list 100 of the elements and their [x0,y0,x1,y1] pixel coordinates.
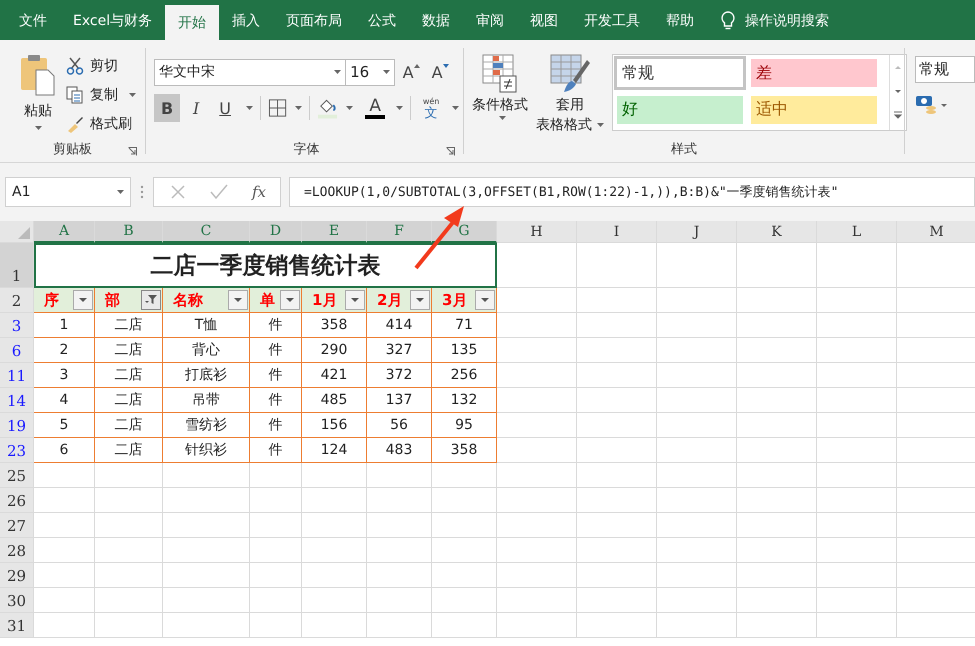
column-header[interactable]: J [657,221,737,243]
bold-button[interactable]: B [154,94,180,122]
filter-button[interactable] [228,290,248,310]
borders-icon[interactable] [268,98,288,118]
number-format-dropdown[interactable]: 常规 [915,56,975,83]
filter-button[interactable] [73,290,93,310]
row-header[interactable]: 30 [0,588,34,613]
checkmark-icon[interactable] [210,184,228,200]
copy-button[interactable]: 复制 [66,83,136,106]
formula-field[interactable]: =LOOKUP(1,0/SUBTOTAL(3,OFFSET(B1,ROW(1:22)-1,)),B:B)&"一季度销售统计表" [289,177,975,207]
increase-font-size-button[interactable]: A [398,58,424,86]
caret-icon[interactable] [396,106,404,110]
ribbon-tab[interactable]: 页面布局 [273,5,356,37]
phonetic-button[interactable]: wén 文 [418,94,444,122]
table-cell: 290 [302,338,367,363]
column-header[interactable]: F [367,221,432,243]
row-header[interactable]: 25 [0,463,34,488]
ribbon-tab[interactable]: 公式 [355,5,410,37]
italic-button[interactable]: I [183,94,210,122]
ribbon-tab[interactable]: 开始 [165,5,220,40]
filter-button[interactable] [475,290,495,310]
row-header[interactable]: 14 [0,388,34,413]
row-header[interactable]: 19 [0,413,34,438]
font-size-dropdown[interactable]: 16 [345,58,396,86]
row-header[interactable]: 26 [0,488,34,513]
dialog-launcher-icon[interactable] [446,147,456,156]
row-header[interactable]: 28 [0,538,34,563]
row-header[interactable]: 1 [0,243,34,288]
dialog-launcher-icon[interactable] [128,147,138,156]
empty-cell [302,588,367,613]
empty-cell [95,588,163,613]
underline-button[interactable]: U [212,94,238,122]
column-header[interactable]: H [497,221,577,243]
column-header[interactable]: M [897,221,975,243]
caret-icon[interactable] [246,106,254,110]
table-cell: 358 [302,313,367,338]
caret-icon[interactable] [452,106,460,110]
cell-style-item[interactable]: 适中 [751,96,878,124]
caret-icon [334,70,342,74]
filter-button[interactable] [280,290,300,310]
ribbon-tab[interactable]: 审阅 [463,5,518,37]
ribbon-tab[interactable]: 文件 [6,5,60,37]
caret-icon[interactable] [346,106,354,110]
row-header[interactable]: 27 [0,513,34,538]
format-painter-button[interactable]: 格式刷 [66,112,136,135]
column-header[interactable]: L [817,221,897,243]
currency-icon[interactable] [915,93,949,115]
group-label: 剪贴板 [53,141,92,158]
filter-button[interactable] [345,290,365,310]
empty-cell [367,488,432,513]
column-header[interactable]: D [250,221,302,243]
row-header[interactable]: 11 [0,363,34,388]
empty-cell [302,488,367,513]
row-header[interactable]: 2 [0,288,34,313]
row-header[interactable]: 6 [0,338,34,363]
conditional-formatting-button[interactable]: 条件格式 [468,52,532,136]
name-box[interactable]: A1 [5,177,131,207]
font-color-button[interactable]: A [362,94,388,122]
table-cell: 358 [432,438,497,463]
row-header[interactable]: 23 [0,438,34,463]
fill-bucket-icon[interactable] [317,97,338,119]
table-cell: 件 [250,413,302,438]
cell-style-item[interactable]: 差 [751,59,878,87]
format-as-table-button[interactable]: 套用 表格格式 [532,52,608,136]
row-header[interactable]: 3 [0,313,34,338]
filter-button[interactable] [141,290,161,310]
paste-button[interactable]: 粘贴 [16,54,60,136]
insert-function-button[interactable]: fx [252,183,266,201]
column-title: 名称 [173,290,203,310]
ribbon-tab[interactable]: 数据 [409,5,464,37]
empty-cell [432,613,497,638]
column-header[interactable]: C [163,221,250,243]
row-header[interactable]: 29 [0,563,34,588]
row-header[interactable]: 31 [0,613,34,638]
empty-cell [302,613,367,638]
empty-cell [432,588,497,613]
drag-handle-icon[interactable] [139,184,145,200]
column-header[interactable]: K [737,221,817,243]
ribbon-tab[interactable]: 开发工具 [571,5,654,37]
table-cell: 483 [367,438,432,463]
column-header[interactable]: I [577,221,657,243]
column-header[interactable]: G [432,221,497,243]
tell-me-search[interactable]: 操作说明搜索 [721,5,830,37]
table-cell: 二店 [95,388,163,413]
column-header[interactable]: B [95,221,163,243]
ribbon-tab[interactable]: Excel与财务 [60,5,166,37]
font-name-dropdown[interactable]: 华文中宋 [154,58,346,86]
ribbon-tab[interactable]: 插入 [219,5,274,37]
table-cell: 56 [367,413,432,438]
table-cell: 二店 [95,438,163,463]
caret-icon[interactable] [295,106,302,110]
column-header[interactable]: E [302,221,367,243]
cut-button[interactable]: 剪切 [66,54,136,77]
ribbon-tab[interactable]: 视图 [517,5,572,37]
cell-style-item[interactable]: 好 [617,96,744,124]
ribbon-tab[interactable]: 帮助 [653,5,708,37]
filter-button[interactable] [410,290,430,310]
column-header[interactable]: A [34,221,95,243]
table-cell: 打底衫 [163,363,250,388]
decrease-font-size-button[interactable]: A [427,58,454,86]
